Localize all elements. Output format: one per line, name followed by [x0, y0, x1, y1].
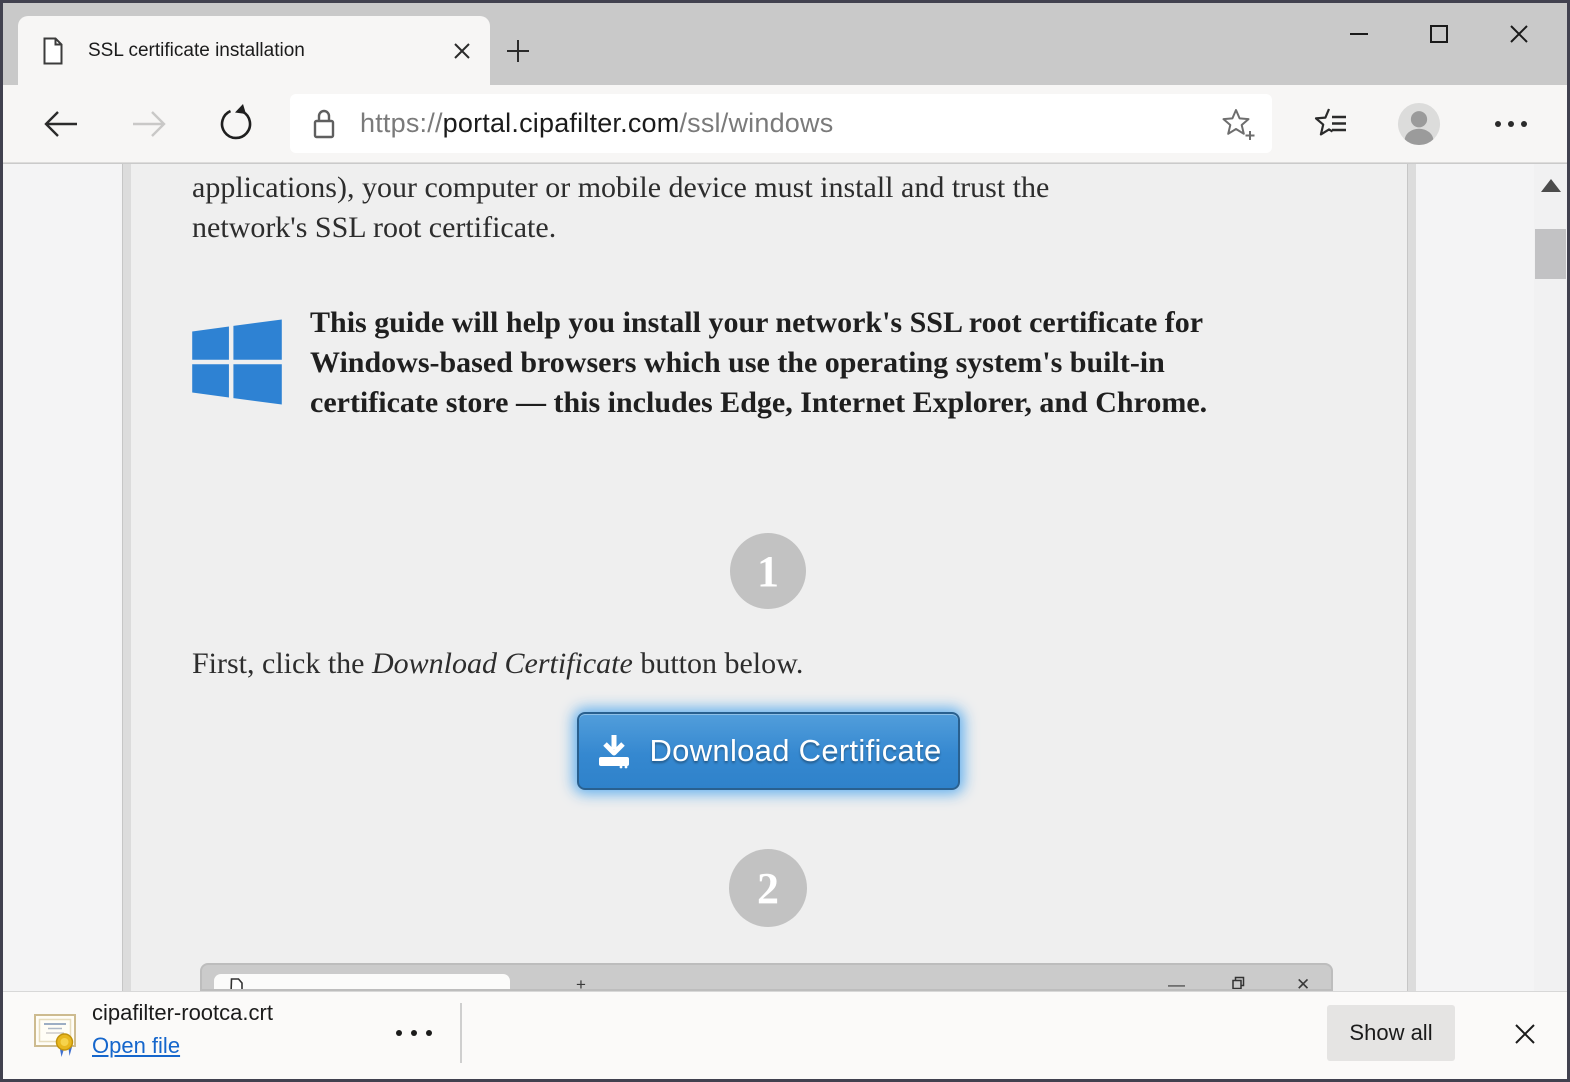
scrollbar-thumb[interactable] [1535, 229, 1566, 279]
url-path: /ssl/windows [679, 108, 833, 138]
screenshot-minimize-icon: — [1168, 975, 1185, 991]
screenshot-tab [214, 974, 510, 991]
screenshot-plus-icon: + [576, 975, 586, 991]
guide-paragraph-line1: This guide will help you install your ne… [310, 306, 1203, 340]
minimize-button[interactable] [1319, 11, 1399, 57]
tab-title: SSL certificate installation [88, 40, 452, 62]
windows-logo [192, 319, 282, 405]
vertical-scrollbar[interactable] [1534, 164, 1567, 991]
instruction-prefix: First, click the [192, 647, 372, 680]
dot-icon [396, 1030, 402, 1036]
guide-paragraph-line2: Windows-based browsers which use the ope… [310, 346, 1165, 380]
close-icon [1513, 1022, 1537, 1046]
step-2-badge: 2 [729, 849, 807, 927]
download-icon [595, 733, 633, 769]
step-2-screenshot: + — ✕ [200, 963, 1333, 991]
tab-strip: SSL certificate installation [3, 3, 1567, 85]
paragraph-clipped-line1: applications), your computer or mobile d… [192, 171, 1049, 205]
download-certificate-button[interactable]: Download Certificate [577, 712, 960, 790]
avatar-icon [1397, 101, 1441, 147]
step-1-badge: 1 [730, 533, 806, 609]
scroll-up-arrow-icon[interactable] [1541, 179, 1561, 192]
forward-button[interactable] [127, 102, 171, 146]
download-button-label: Download Certificate [649, 733, 941, 769]
paragraph-clipped-line2: network's SSL root certificate. [192, 211, 556, 245]
page-document-icon [42, 37, 64, 65]
download-bar-close-button[interactable] [1503, 1012, 1547, 1056]
screenshot-restore-icon [1232, 975, 1245, 991]
window-controls [1319, 11, 1559, 57]
screenshot-document-icon [230, 977, 243, 991]
left-column-divider [122, 164, 131, 991]
instruction-emphasis: Download Certificate [372, 647, 633, 680]
maximize-icon [1429, 24, 1449, 44]
browser-window: SSL certificate installation [0, 0, 1570, 1082]
url-text: https://portal.cipafilter.com/ssl/window… [360, 108, 1220, 139]
download-more-options-button[interactable] [396, 1030, 432, 1036]
tab-ssl-certificate-installation[interactable]: SSL certificate installation [18, 16, 490, 85]
right-column-divider [1407, 164, 1416, 991]
tab-close-icon[interactable] [452, 41, 472, 61]
ellipsis-icon [1493, 119, 1529, 129]
guide-paragraph-line3: certificate store — this includes Edge, … [310, 386, 1207, 420]
back-button[interactable] [39, 102, 83, 146]
download-bar: cipafilter-rootca.crt Open file Show all [3, 991, 1567, 1079]
new-tab-button[interactable] [498, 31, 538, 71]
minimize-icon [1348, 23, 1370, 45]
refresh-button[interactable] [214, 102, 258, 146]
lock-icon[interactable] [310, 107, 338, 141]
download-filename: cipafilter-rootca.crt [92, 1000, 273, 1026]
download-bar-divider [460, 1003, 462, 1063]
favorites-hub-button[interactable] [1309, 102, 1353, 146]
url-host: portal.cipafilter.com [443, 108, 680, 138]
navigation-bar: https://portal.cipafilter.com/ssl/window… [3, 85, 1567, 163]
address-bar[interactable]: https://portal.cipafilter.com/ssl/window… [290, 94, 1272, 153]
dot-icon [426, 1030, 432, 1036]
close-icon [1508, 23, 1530, 45]
refresh-icon [215, 103, 257, 145]
show-all-button[interactable]: Show all [1327, 1005, 1455, 1061]
settings-more-button[interactable] [1489, 102, 1533, 146]
url-scheme: https:// [360, 108, 443, 138]
certificate-file-icon [33, 1008, 77, 1058]
open-file-link[interactable]: Open file [92, 1033, 180, 1059]
profile-avatar[interactable] [1397, 102, 1441, 146]
instruction-suffix: button below. [633, 647, 804, 680]
plus-icon [505, 38, 531, 64]
dot-icon [411, 1030, 417, 1036]
page-viewport: applications), your computer or mobile d… [3, 164, 1567, 991]
favorites-hub-icon [1312, 106, 1350, 142]
maximize-button[interactable] [1399, 11, 1479, 57]
screenshot-close-icon: ✕ [1296, 975, 1310, 991]
step-1-instruction: First, click the Download Certificate bu… [192, 647, 803, 681]
back-arrow-icon [41, 106, 81, 142]
add-favorite-star-icon[interactable] [1220, 106, 1256, 142]
close-window-button[interactable] [1479, 11, 1559, 57]
forward-arrow-icon [129, 106, 169, 142]
